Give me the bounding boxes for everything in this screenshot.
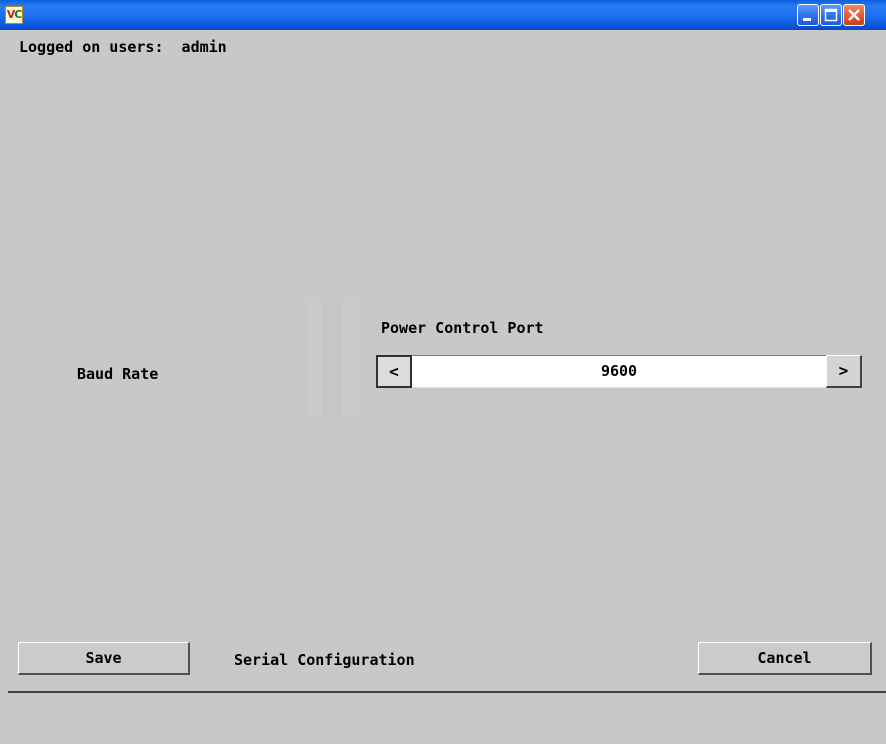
minimize-button[interactable] [797, 4, 819, 26]
cancel-button[interactable]: Cancel [698, 642, 872, 675]
app-window: VC Logged on users: admin Power Control … [0, 0, 886, 744]
maximize-icon [824, 8, 838, 22]
baud-rate-previous-button[interactable]: < [376, 355, 412, 388]
baud-rate-value[interactable]: 9600 [412, 355, 826, 388]
panel-divider-shade-inner [322, 301, 342, 416]
app-icon: VC [5, 6, 23, 24]
baud-rate-spinner[interactable]: < 9600 > [376, 355, 862, 388]
close-button[interactable] [843, 4, 865, 26]
window-left-frame [0, 30, 8, 744]
title-bar[interactable]: VC [0, 0, 886, 30]
minimize-icon [803, 18, 811, 21]
serial-configuration-title: Serial Configuration [234, 651, 415, 669]
baud-rate-label: Baud Rate [77, 365, 159, 383]
save-button[interactable]: Save [18, 642, 190, 675]
app-icon-c: C [14, 8, 22, 21]
close-icon [848, 9, 860, 21]
status-strip [0, 693, 886, 744]
baud-rate-next-button[interactable]: > [826, 355, 862, 388]
power-control-port-heading: Power Control Port [381, 319, 544, 337]
maximize-button[interactable] [820, 4, 842, 26]
logged-on-users-label: Logged on users: admin [19, 38, 227, 56]
